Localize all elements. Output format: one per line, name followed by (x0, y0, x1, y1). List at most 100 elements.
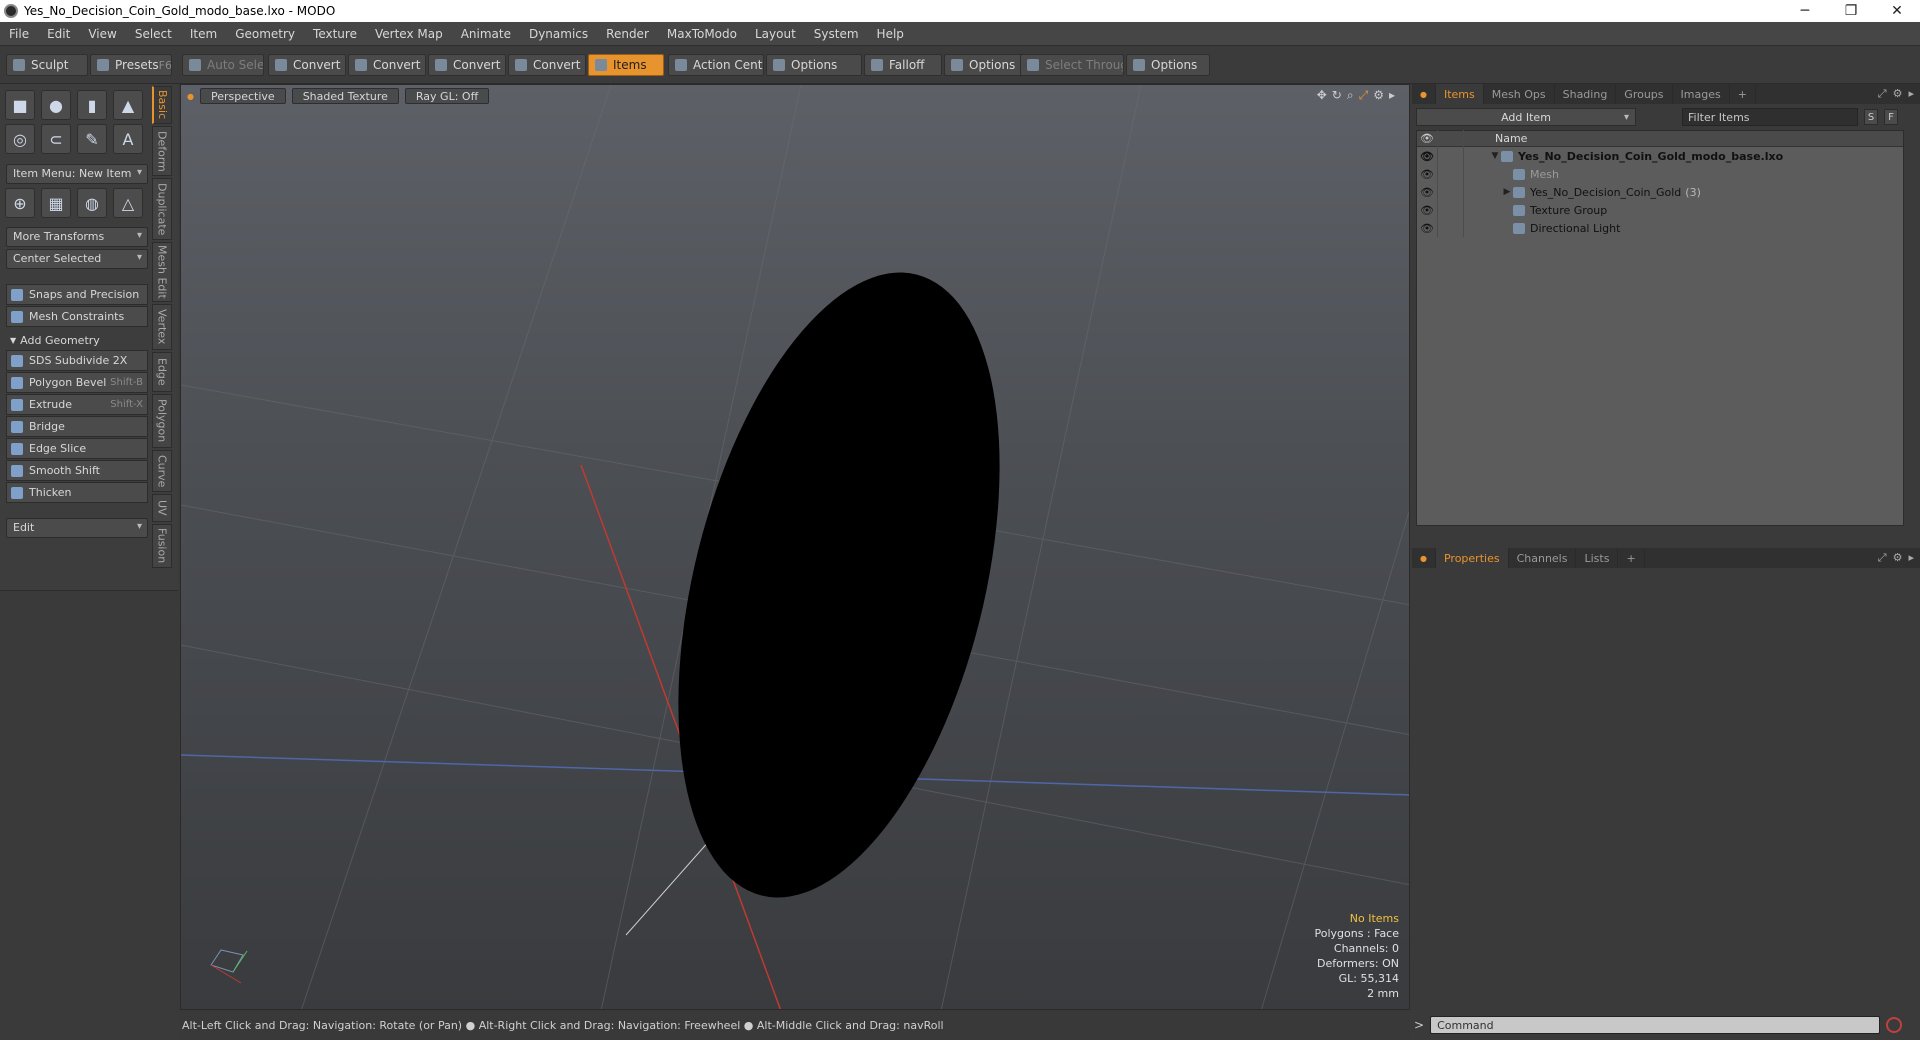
tree-row-coin-group[interactable]: 👁 ▶ Yes_No_Decision_Coin_Gold (3) (1417, 183, 1903, 201)
f-filter-button[interactable]: F (1884, 109, 1898, 125)
sculpt-button[interactable]: Sculpt (6, 54, 88, 76)
smooth-shift-button[interactable]: Smooth Shift (6, 460, 148, 481)
tab-items[interactable]: Items (1435, 84, 1484, 104)
tree-row-mesh[interactable]: 👁 Mesh (1417, 165, 1903, 183)
fit-icon[interactable]: ⤢ (1359, 88, 1369, 103)
globe-icon[interactable]: ◍ (77, 188, 107, 218)
eye-icon[interactable]: 👁 (1417, 150, 1437, 163)
menu-vertex-map[interactable]: Vertex Map (366, 27, 452, 41)
thicken-button[interactable]: Thicken (6, 482, 148, 503)
more-transforms-dropdown[interactable]: More Transforms (6, 227, 148, 247)
eye-icon[interactable]: 👁 (1417, 168, 1437, 181)
3d-viewport[interactable]: ● Perspective Shaded Texture Ray GL: Off… (180, 84, 1410, 1010)
tab-groups[interactable]: Groups (1616, 84, 1673, 104)
grid-icon[interactable]: ▦ (41, 188, 71, 218)
eye-icon[interactable]: 👁 (1417, 222, 1437, 235)
tab-curve[interactable]: Curve (152, 450, 172, 492)
edge-slice-button[interactable]: Edge Slice (6, 438, 148, 459)
add-geometry-section[interactable]: ▼ Add Geometry (6, 331, 148, 349)
rotate-icon[interactable]: ↻ (1332, 88, 1342, 103)
polygon-bevel-button[interactable]: Polygon Bevel Shift-B (6, 372, 148, 393)
tab-fusion[interactable]: Fusion (152, 524, 172, 568)
add-item-dropdown[interactable]: Add Item (1416, 108, 1636, 126)
menu-help[interactable]: Help (868, 27, 913, 41)
menu-view[interactable]: View (79, 27, 125, 41)
torus-icon[interactable]: ◎ (5, 124, 35, 154)
convert-edge-button[interactable]: Convert (348, 54, 426, 76)
convert-polygon-button[interactable]: Convert (428, 54, 506, 76)
tab-deform[interactable]: Deform (152, 126, 172, 176)
items-mode-button[interactable]: Items (588, 54, 664, 76)
raygl-button[interactable]: Ray GL: Off (404, 88, 490, 104)
view-type-button[interactable]: Perspective (199, 88, 286, 104)
capsule-icon[interactable]: ⊂ (41, 124, 71, 154)
tree-row-light[interactable]: 👁 Directional Light (1417, 219, 1903, 237)
zoom-icon[interactable]: ⌕ (1347, 88, 1354, 103)
pen-icon[interactable]: ✎ (77, 124, 107, 154)
tab-mesh-edit[interactable]: Mesh Edit (152, 242, 172, 302)
falloff-options-button[interactable]: Options (944, 54, 1026, 76)
tab-lists[interactable]: Lists (1576, 548, 1619, 568)
tree-row-scene[interactable]: 👁 ▼ Yes_No_Decision_Coin_Gold_modo_base.… (1417, 147, 1903, 165)
presets-button[interactable]: Presets F6 (90, 54, 172, 76)
pyramid-icon[interactable]: △ (113, 188, 143, 218)
expand-arrow-icon[interactable]: ▶ (1501, 187, 1513, 197)
mesh-constraints-button[interactable]: Mesh Constraints (6, 306, 148, 327)
tab-properties[interactable]: Properties (1435, 548, 1509, 568)
convert-material-button[interactable]: Convert (508, 54, 586, 76)
tab-mesh-ops[interactable]: Mesh Ops (1484, 84, 1555, 104)
tree-row-texture-group[interactable]: 👁 Texture Group (1417, 201, 1903, 219)
cone-icon[interactable]: ▲ (113, 90, 143, 120)
add-tab-button[interactable]: + (1730, 84, 1756, 104)
more-arrow-icon[interactable]: ▸ (1389, 88, 1395, 103)
sds-subdivide-button[interactable]: SDS Subdivide 2X (6, 350, 148, 371)
select-options-button[interactable]: Options (1126, 54, 1210, 76)
cylinder-icon[interactable]: ▮ (77, 90, 107, 120)
pan-icon[interactable]: ✥ (1317, 88, 1327, 103)
menu-file[interactable]: File (0, 27, 38, 41)
s-filter-button[interactable]: S (1864, 109, 1878, 125)
tab-uv[interactable]: UV (152, 494, 172, 522)
falloff-button[interactable]: Falloff (864, 54, 942, 76)
maximize-icon[interactable]: ⤢ (1878, 87, 1887, 101)
gear-icon[interactable]: ⚙ (1893, 551, 1903, 565)
menu-select[interactable]: Select (126, 27, 181, 41)
command-input[interactable]: Command (1430, 1016, 1881, 1034)
tab-edge[interactable]: Edge (152, 352, 172, 392)
select-through-button[interactable]: Select Through (1020, 54, 1124, 76)
expand-arrow-icon[interactable]: ▼ (1489, 151, 1501, 161)
restore-icon[interactable]: ❐ (1828, 3, 1874, 19)
sphere-icon[interactable]: ● (41, 90, 71, 120)
coin-mesh[interactable] (621, 239, 1057, 930)
menu-system[interactable]: System (805, 27, 868, 41)
menu-texture[interactable]: Texture (304, 27, 366, 41)
auto-select-button[interactable]: Auto Select (182, 54, 264, 76)
extrude-button[interactable]: Extrude Shift-X (6, 394, 148, 415)
action-center-button[interactable]: Action Center (668, 54, 764, 76)
record-icon[interactable] (1886, 1017, 1903, 1033)
convert-vertex-button[interactable]: Convert (268, 54, 346, 76)
eye-icon[interactable]: 👁 (1417, 186, 1437, 199)
tab-vertex[interactable]: Vertex (152, 304, 172, 350)
menu-geometry[interactable]: Geometry (226, 27, 304, 41)
tab-polygon[interactable]: Polygon (152, 394, 172, 448)
arrow-icon[interactable]: ▸ (1908, 87, 1914, 101)
edit-dropdown[interactable]: Edit (6, 518, 148, 538)
cube-icon[interactable]: ■ (5, 90, 35, 120)
tab-shading[interactable]: Shading (1555, 84, 1617, 104)
tab-images[interactable]: Images (1673, 84, 1730, 104)
snaps-precision-button[interactable]: Snaps and Precision (6, 284, 148, 305)
center-selected-dropdown[interactable]: Center Selected (6, 249, 148, 269)
action-options-button[interactable]: Options (766, 54, 862, 76)
menu-item[interactable]: Item (181, 27, 226, 41)
menu-dynamics[interactable]: Dynamics (520, 27, 597, 41)
add-tab-button[interactable]: + (1618, 548, 1645, 568)
close-icon[interactable]: ✕ (1874, 3, 1920, 19)
bridge-button[interactable]: Bridge (6, 416, 148, 437)
gear-icon[interactable]: ⚙ (1893, 87, 1903, 101)
tab-basic[interactable]: Basic (152, 86, 172, 124)
settings-icon[interactable]: ⚙ (1373, 88, 1384, 103)
eye-icon[interactable]: 👁 (1417, 204, 1437, 217)
maximize-icon[interactable]: ⤢ (1878, 551, 1887, 565)
item-menu-dropdown[interactable]: Item Menu: New Item (6, 164, 148, 184)
